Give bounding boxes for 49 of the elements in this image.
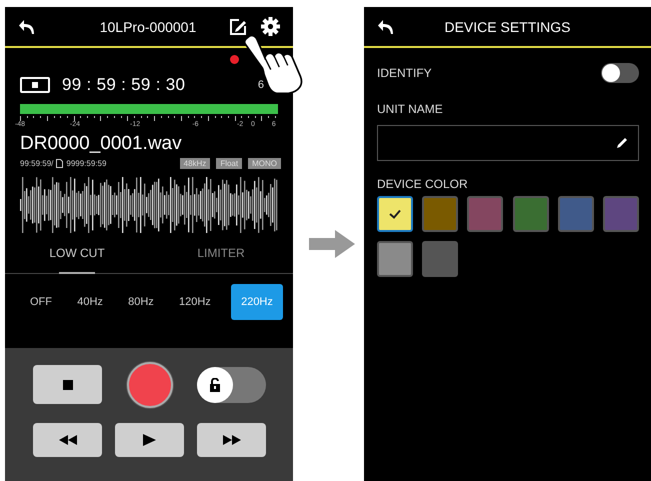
low-cut-option[interactable]: 40Hz	[72, 288, 108, 316]
low-cut-option[interactable]: 120Hz	[174, 288, 216, 316]
remaining-time: 9999:59:59	[66, 158, 106, 168]
color-swatch[interactable]	[512, 196, 549, 232]
open-padlock-icon	[209, 378, 221, 392]
stop-status-icon	[20, 77, 50, 93]
format-badge: 48kHz	[180, 158, 210, 168]
file-icon	[56, 158, 64, 168]
device-color-label: DEVICE COLOR	[377, 177, 469, 191]
stop-icon	[62, 380, 72, 390]
format-badge: MONO	[248, 158, 281, 168]
unit-name-label: UNIT NAME	[377, 102, 444, 116]
elapsed-time: 99:59:59/	[20, 158, 54, 168]
rewind-icon	[58, 435, 76, 445]
settings-icon[interactable]	[261, 17, 280, 36]
file-name: DR0000_0001.wav	[20, 133, 183, 155]
back-icon[interactable]	[19, 18, 37, 36]
check-icon	[388, 208, 402, 220]
arrow-icon	[308, 230, 354, 258]
stop-button[interactable]	[33, 365, 102, 404]
color-swatch[interactable]	[422, 196, 458, 232]
edit-icon[interactable]	[229, 18, 247, 36]
format-badge: Float	[216, 158, 242, 168]
meter-label: 6	[258, 79, 264, 91]
fast-forward-icon	[222, 435, 240, 445]
record-button[interactable]	[126, 362, 172, 408]
color-swatch[interactable]	[467, 196, 504, 232]
pencil-icon	[615, 136, 629, 150]
screen-title: DEVICE SETTINGS	[443, 18, 572, 34]
filter-tab[interactable]: LOW CUT	[5, 233, 149, 273]
color-swatch[interactable]	[377, 241, 413, 277]
color-swatch[interactable]	[377, 196, 413, 232]
back-icon[interactable]	[378, 18, 396, 36]
filter-tab[interactable]: LIMITER	[149, 233, 293, 273]
low-cut-option[interactable]: OFF	[25, 288, 57, 316]
color-swatch[interactable]	[422, 241, 458, 277]
fast-forward-button[interactable]	[197, 423, 266, 457]
rewind-button[interactable]	[33, 423, 102, 457]
identify-label: IDENTIFY	[377, 66, 432, 80]
identify-toggle[interactable]	[601, 63, 639, 83]
color-swatch[interactable]	[602, 196, 639, 232]
lock-toggle[interactable]	[197, 366, 266, 402]
unit-name-field[interactable]	[377, 125, 639, 161]
device-title: 10LPro-000001	[98, 18, 198, 34]
play-icon	[143, 434, 156, 446]
color-swatch[interactable]	[558, 196, 594, 232]
timecode: 99 : 59 : 59 : 30	[62, 75, 186, 95]
low-cut-option[interactable]: 80Hz	[123, 288, 159, 316]
play-button[interactable]	[115, 423, 184, 457]
